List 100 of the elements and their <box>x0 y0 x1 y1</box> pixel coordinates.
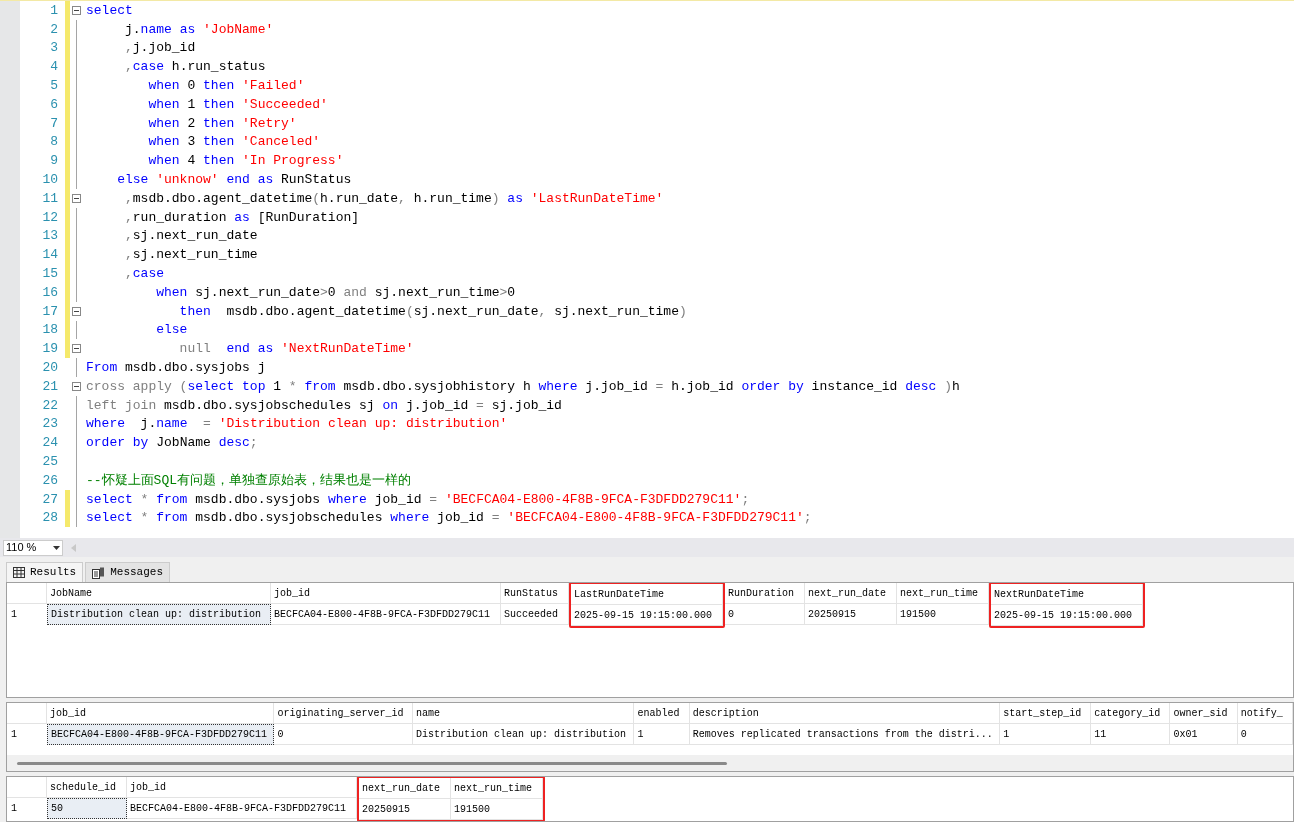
column-header[interactable]: name <box>412 703 635 724</box>
line-number: 1 <box>49 3 59 17</box>
line-number: 10 <box>41 173 59 187</box>
column-header[interactable]: description <box>689 703 1001 724</box>
line-number: 25 <box>41 455 59 468</box>
line-number: 4 <box>49 60 59 74</box>
table-cell[interactable]: 0 <box>725 604 806 625</box>
code-line: order by JobName desc; <box>86 436 258 450</box>
column-header[interactable]: enabled <box>634 703 690 724</box>
line-number: 26 <box>41 473 59 487</box>
zoom-dropdown[interactable]: 110 % <box>3 539 63 556</box>
collapse-icon[interactable] <box>71 306 81 316</box>
grid-icon <box>13 567 25 578</box>
table-cell[interactable]: Removes replicated transactions from the distri... <box>689 724 1001 745</box>
code-line: when 4 then 'In Progress' <box>147 154 344 168</box>
code-line: ,msdb.dbo.agent_datetime(h.run_date, h.run_time) as 'LastRunDateTime' <box>124 191 664 205</box>
column-header[interactable]: start_step_id <box>1000 703 1092 724</box>
code-line: where j.name = 'Distribution clean up: distribution' <box>86 417 508 431</box>
code-line: ,sj.next_run_time <box>124 248 258 262</box>
collapse-icon[interactable] <box>71 344 81 354</box>
table-cell[interactable]: 1 <box>634 724 690 745</box>
row-number: 1 <box>10 728 18 742</box>
messages-icon <box>92 566 106 579</box>
table-cell[interactable]: 0x01 <box>1170 724 1238 745</box>
line-number: 9 <box>49 154 59 168</box>
column-header[interactable]: next_run_date <box>359 778 452 799</box>
code-line: select * from msdb.dbo.sysjobs where job_id = 'BECFCA04-E800-4F8B-9FCA-F3DFDD279C11'; <box>86 492 750 506</box>
column-header[interactable]: next_run_date <box>805 583 898 604</box>
row-number: 1 <box>10 802 18 816</box>
line-number: 17 <box>41 304 59 318</box>
table-cell[interactable]: 2025-09-15 19:15:00.000 <box>571 605 724 626</box>
column-header[interactable]: job_id <box>271 583 502 604</box>
results-tab[interactable]: Results <box>6 562 84 582</box>
horizontal-scrollbar[interactable] <box>7 755 1293 771</box>
column-header[interactable]: originating_server_id <box>274 703 413 724</box>
collapse-icon[interactable] <box>71 193 81 203</box>
results-tab[interactable]: Messages <box>85 562 171 582</box>
line-number: 7 <box>49 116 59 130</box>
column-header[interactable]: LastRunDateTime <box>571 584 724 605</box>
table-cell[interactable]: 1 <box>1000 724 1092 745</box>
line-number: 15 <box>41 267 59 281</box>
table-cell[interactable]: 50 <box>47 798 127 819</box>
line-number: 8 <box>49 135 59 149</box>
table-cell[interactable]: Distribution clean up: distribution <box>47 604 272 625</box>
code-line: From msdb.dbo.sysjobs j <box>86 361 266 375</box>
code-line: null end as 'NextRunDateTime' <box>178 342 414 356</box>
table-cell[interactable]: 20250915 <box>805 604 898 625</box>
column-header[interactable]: RunStatus <box>501 583 570 604</box>
code-line: ,sj.next_run_date <box>124 229 258 243</box>
line-number: 16 <box>41 285 59 299</box>
code-line: --怀疑上面SQL有问题，单独查原始表，结果也是一样的 <box>86 473 411 487</box>
row-number: 1 <box>10 608 18 622</box>
table-cell[interactable]: BECFCA04-E800-4F8B-9FCA-F3DFDD279C11 <box>127 798 358 819</box>
code-line: ,run_duration as [RunDuration] <box>124 210 360 224</box>
code-line: cross apply (select top 1 * from msdb.dbo.sysjobhistory h where j.job_id = h.job_id order by instance_id desc )h <box>86 379 960 393</box>
line-number: 21 <box>41 379 59 393</box>
table-cell[interactable]: 0 <box>1237 724 1293 745</box>
table-cell[interactable]: 191500 <box>897 604 990 625</box>
code-line: when 2 then 'Retry' <box>147 116 297 130</box>
code-line: ,case h.run_status <box>124 60 266 74</box>
line-number: 28 <box>41 511 59 525</box>
collapse-icon[interactable] <box>71 5 81 15</box>
line-number: 2 <box>49 22 59 36</box>
code-line: left join msdb.dbo.sysjobschedules sj on j.job_id = sj.job_id <box>86 398 562 412</box>
collapse-icon[interactable] <box>71 381 81 391</box>
code-line: when 0 then 'Failed' <box>147 79 305 93</box>
column-header[interactable]: owner_sid <box>1170 703 1238 724</box>
table-cell[interactable]: 0 <box>274 724 413 745</box>
table-cell[interactable]: Succeeded <box>501 604 570 625</box>
table-cell[interactable]: 191500 <box>451 799 544 820</box>
column-header[interactable]: next_run_time <box>897 583 990 604</box>
code-line: select * from msdb.dbo.sysjobschedules where job_id = 'BECFCA04-E800-4F8B-9FCA-F3DFDD279C11'; <box>86 511 812 525</box>
code-line: else <box>155 323 188 337</box>
column-header[interactable]: next_run_time <box>451 778 544 799</box>
line-number: 23 <box>41 417 59 431</box>
column-header[interactable]: RunDuration <box>725 583 806 604</box>
column-header[interactable]: NextRunDateTime <box>991 584 1144 605</box>
column-header[interactable]: category_id <box>1091 703 1171 724</box>
code-line: select <box>86 3 133 17</box>
column-header[interactable]: job_id <box>127 777 358 798</box>
table-cell[interactable]: Distribution clean up: distribution <box>412 724 635 745</box>
line-number: 18 <box>41 323 59 337</box>
table-cell[interactable]: BECFCA04-E800-4F8B-9FCA-F3DFDD279C11 <box>271 604 502 625</box>
line-number: 13 <box>41 229 59 243</box>
table-cell[interactable]: 2025-09-15 19:15:00.000 <box>991 605 1144 626</box>
line-number: 20 <box>41 361 59 375</box>
line-number: 3 <box>49 41 59 55</box>
code-line: else 'unknow' end as RunStatus <box>116 173 352 187</box>
table-cell[interactable]: BECFCA04-E800-4F8B-9FCA-F3DFDD279C11 <box>47 724 275 745</box>
code-line: ,j.job_id <box>124 41 196 55</box>
line-number: 22 <box>41 398 59 412</box>
line-number: 14 <box>41 248 59 262</box>
code-line: then msdb.dbo.agent_datetime(sj.next_run_date, sj.next_run_time) <box>178 304 687 318</box>
table-cell[interactable]: 20250915 <box>359 799 452 820</box>
code-line: when sj.next_run_date>0 and sj.next_run_time>0 <box>155 285 516 299</box>
line-number: 12 <box>41 210 59 224</box>
table-cell[interactable]: 11 <box>1091 724 1171 745</box>
code-line: j.name as 'JobName' <box>124 22 274 36</box>
column-header[interactable]: notify_ <box>1237 703 1293 724</box>
code-line: when 3 then 'Canceled' <box>147 135 321 149</box>
